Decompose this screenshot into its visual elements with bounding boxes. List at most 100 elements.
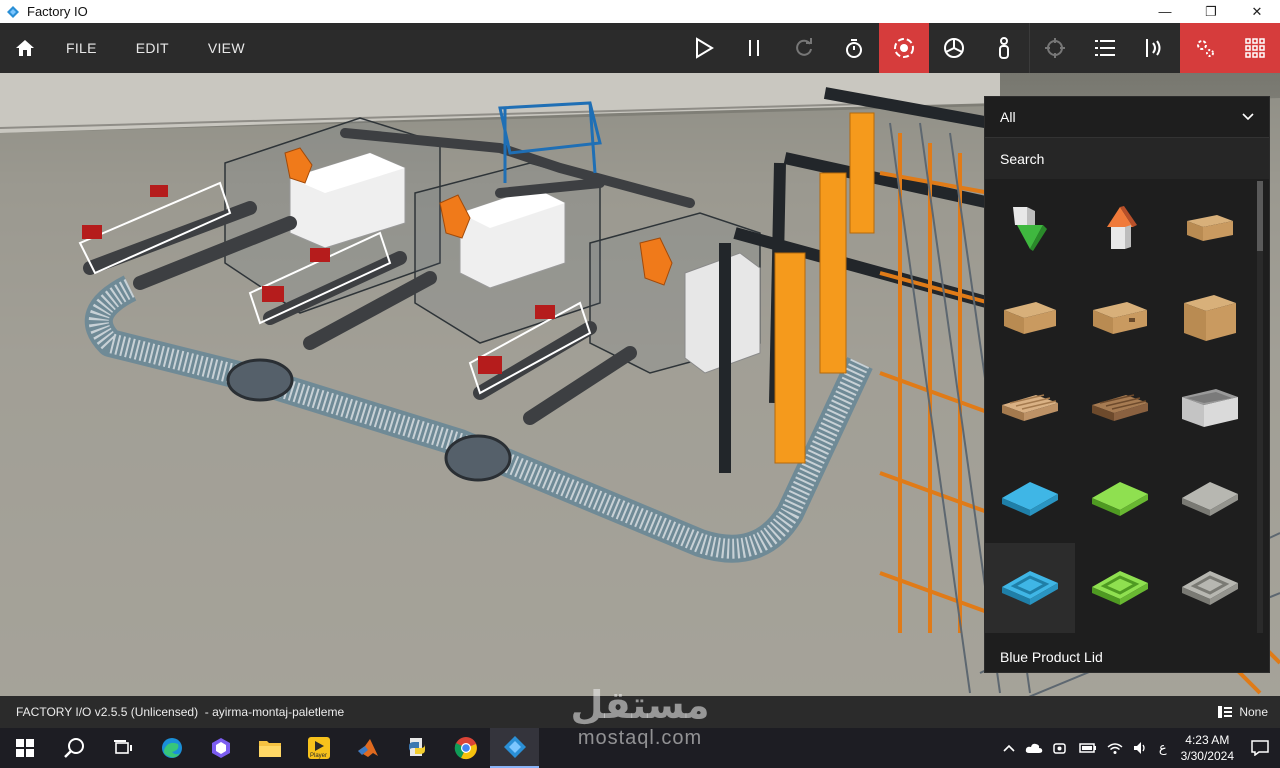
box-icon [1093, 302, 1147, 334]
category-filter-dropdown[interactable]: All [985, 97, 1269, 138]
taskbar-player[interactable]: Player [294, 728, 343, 768]
stacked-pallet-icon [1092, 394, 1148, 421]
chrome-icon [454, 737, 477, 760]
file-explorer-icon [258, 741, 281, 757]
notification-button[interactable] [1240, 728, 1280, 768]
volume-icon[interactable] [1133, 741, 1149, 755]
camera-icon[interactable] [1053, 741, 1069, 755]
taskbar-python[interactable] [392, 728, 441, 768]
taskbar-factory-io[interactable] [490, 728, 539, 768]
orbit-camera-button[interactable] [879, 23, 929, 73]
taskbar-clock[interactable]: 4:23 AM 3/30/2024 [1175, 732, 1240, 764]
home-icon [16, 40, 34, 56]
small-box-icon [1187, 215, 1233, 241]
remover-icon [1013, 207, 1047, 251]
emitter-icon [1107, 206, 1137, 249]
palette-item-emitter[interactable] [1075, 183, 1165, 273]
first-person-button[interactable] [979, 23, 1029, 73]
taskbar-copilot[interactable] [196, 728, 245, 768]
first-person-icon [999, 37, 1009, 59]
blue-product-lid-icon [1002, 571, 1058, 605]
windows-taskbar: Player ع 4:23 AM 3/30/2024 [0, 728, 1280, 768]
parts-palette: All Search Blue Product Lid [984, 96, 1270, 673]
palette-item-large-box[interactable] [1165, 273, 1255, 363]
blue-raw-material-icon [1002, 482, 1058, 516]
status-text: FACTORY I/O v2.5.5 (Unlicensed) - ayirma… [16, 705, 345, 719]
large-box-icon [1184, 295, 1236, 341]
palette-item-small-box[interactable] [1165, 183, 1255, 273]
taskbar-file-explorer[interactable] [245, 728, 294, 768]
palette-item-green-product-lid[interactable] [1075, 543, 1165, 633]
python-icon [408, 738, 425, 756]
reset-button[interactable] [779, 23, 829, 73]
status-right[interactable]: None [1218, 705, 1280, 719]
restore-button[interactable]: ❐ [1188, 0, 1234, 23]
orbit-camera-icon [894, 38, 914, 58]
list-icon [1095, 40, 1115, 56]
chevron-up-icon[interactable] [1003, 744, 1015, 752]
stopwatch-button[interactable] [829, 23, 879, 73]
battery-icon[interactable] [1079, 742, 1097, 754]
clock-time: 4:23 AM [1185, 733, 1230, 747]
palette-item-medium-box[interactable] [985, 273, 1075, 363]
menu-view[interactable]: VIEW [192, 40, 268, 56]
sensor-button[interactable] [1130, 23, 1180, 73]
system-tray: ع [1003, 741, 1175, 756]
pause-button[interactable] [729, 23, 779, 73]
reset-icon [796, 38, 812, 56]
keyboard-language[interactable]: ع [1159, 741, 1167, 756]
matlab-icon [357, 739, 378, 757]
selected-item-caption: Blue Product Lid [1000, 649, 1103, 665]
palette-item-blue-raw-material[interactable] [985, 453, 1075, 543]
palette-scrollbar-thumb[interactable] [1257, 181, 1263, 251]
metal-raw-material-icon [1182, 482, 1238, 516]
list-button[interactable] [1080, 23, 1130, 73]
close-button[interactable]: ✕ [1234, 0, 1280, 23]
palette-item-metal-product-lid[interactable] [1165, 543, 1255, 633]
palette-item-pallet[interactable] [985, 363, 1075, 453]
taskbar-chrome[interactable] [441, 728, 490, 768]
start-icon [15, 739, 34, 757]
title-bar: Factory IO — ❐ ✕ [0, 0, 1280, 23]
palette-item-blue-product-lid[interactable] [985, 543, 1075, 633]
list-view-icon [1218, 706, 1233, 718]
palette-item-green-raw-material[interactable] [1075, 453, 1165, 543]
crosshair-button[interactable] [1030, 23, 1080, 73]
status-bar: FACTORY I/O v2.5.5 (Unlicensed) - ayirma… [0, 696, 1280, 728]
task-view-button[interactable] [98, 728, 147, 768]
settings-button[interactable] [1180, 23, 1230, 73]
window-title: Factory IO [27, 4, 88, 19]
search-input[interactable]: Search [985, 138, 1269, 179]
play-button[interactable] [679, 23, 729, 73]
cloud-icon[interactable] [1025, 742, 1043, 754]
menu-file[interactable]: FILE [50, 40, 120, 56]
sensor-icon [1146, 39, 1161, 57]
edge-icon [161, 738, 182, 758]
palette-item-metal-raw-material[interactable] [1165, 453, 1255, 543]
wifi-icon[interactable] [1107, 741, 1123, 755]
menu-edit[interactable]: EDIT [120, 40, 192, 56]
status-right-label: None [1239, 705, 1268, 719]
parts-palette-button[interactable] [1230, 23, 1280, 73]
green-raw-material-icon [1092, 482, 1148, 516]
taskbar-player-label: Player [309, 752, 327, 759]
palette-item-box[interactable] [1075, 273, 1165, 363]
metal-product-lid-icon [1182, 571, 1238, 605]
taskbar-edge[interactable] [147, 728, 196, 768]
home-button[interactable] [0, 23, 50, 73]
notification-icon [1251, 740, 1269, 756]
main-toolbar: FILE EDIT VIEW [0, 23, 1280, 73]
palette-item-stacked-pallet[interactable] [1075, 363, 1165, 453]
crosshair-icon [1045, 38, 1065, 58]
taskbar-search-button[interactable] [49, 728, 98, 768]
minimize-button[interactable]: — [1142, 0, 1188, 23]
taskbar-matlab[interactable] [343, 728, 392, 768]
fly-camera-button[interactable] [929, 23, 979, 73]
palette-item-plastic-crate[interactable] [1165, 363, 1255, 453]
medium-box-icon [1004, 302, 1056, 334]
start-button[interactable] [0, 728, 49, 768]
pause-icon [749, 40, 759, 56]
factory-io-logo-icon [7, 5, 19, 18]
search-label: Search [1000, 150, 1045, 167]
palette-item-remover[interactable] [985, 183, 1075, 273]
